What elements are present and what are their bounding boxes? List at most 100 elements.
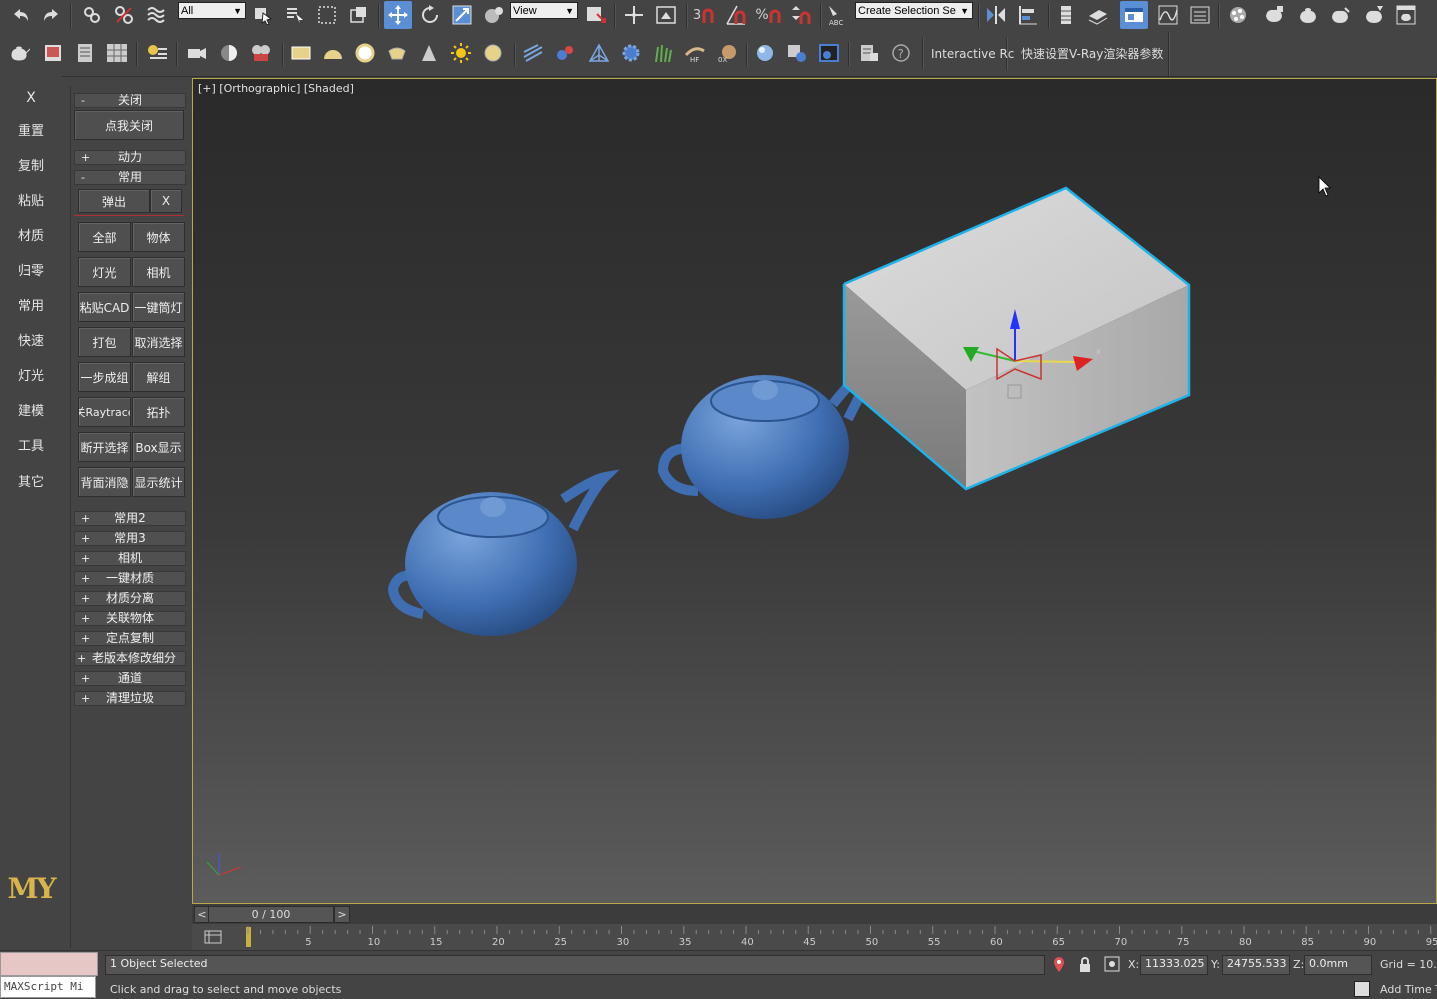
plane-icon[interactable] bbox=[288, 40, 314, 66]
left-item-other[interactable]: 其它 bbox=[0, 471, 62, 490]
rollout-dynamics-header[interactable]: + 动力 bbox=[74, 150, 186, 165]
selection-filter-dropdown[interactable]: All ▼ bbox=[178, 2, 246, 19]
add-time-tag-button[interactable]: Add Time Ta bbox=[1380, 983, 1437, 996]
close-popup-button[interactable]: X bbox=[150, 189, 182, 213]
select-cameras-button[interactable]: 相机 bbox=[132, 257, 185, 287]
raytrace-off-button[interactable]: 关Raytrace bbox=[78, 397, 131, 427]
render-image-icon[interactable] bbox=[40, 40, 66, 66]
isolate-selection-icon[interactable] bbox=[1052, 956, 1066, 974]
angle-snap-icon[interactable] bbox=[722, 2, 750, 28]
calculator-icon[interactable] bbox=[72, 40, 98, 66]
left-item-copy[interactable]: 复制 bbox=[0, 155, 62, 174]
rollout-camera-header[interactable]: + 相机 bbox=[74, 551, 186, 566]
vray-bmp-icon[interactable] bbox=[586, 40, 612, 66]
edit-named-selection-icon[interactable]: ABC bbox=[822, 2, 850, 28]
schematic-toggle-icon[interactable] bbox=[652, 2, 680, 28]
settings-icon[interactable] bbox=[856, 40, 882, 66]
teapot-icon[interactable] bbox=[6, 40, 32, 66]
rollout-legacy-subdivide-header[interactable]: + 老版本修改细分 bbox=[74, 651, 186, 666]
popup-button[interactable]: 弹出 bbox=[78, 189, 150, 213]
backface-cull-button[interactable]: 背面消隐 bbox=[78, 467, 131, 497]
redo-icon[interactable] bbox=[38, 4, 64, 26]
dome-icon[interactable] bbox=[320, 40, 346, 66]
select-scale-icon[interactable] bbox=[448, 2, 476, 28]
mesh-light-icon[interactable] bbox=[384, 40, 410, 66]
viewport-label[interactable]: [+] [Orthographic] [Shaded] bbox=[198, 82, 354, 95]
layer-manager-icon[interactable] bbox=[1052, 2, 1080, 28]
grid-icon[interactable] bbox=[104, 40, 130, 66]
paste-cad-button[interactable]: 粘贴CAD bbox=[78, 292, 131, 322]
rollout-fixed-copy-header[interactable]: + 定点复制 bbox=[74, 631, 186, 646]
maxscript-mini-listener[interactable]: MAXScript Mi bbox=[0, 976, 96, 998]
fur-icon[interactable] bbox=[520, 40, 546, 66]
viewport-orthographic[interactable]: z x y bbox=[192, 78, 1437, 904]
ptex-icon[interactable]: 0X bbox=[714, 40, 740, 66]
select-object-icon[interactable] bbox=[250, 3, 276, 27]
z-coord-field[interactable]: 0.0mm bbox=[1304, 955, 1372, 975]
rollout-link-objects-header[interactable]: + 关联物体 bbox=[74, 611, 186, 626]
spinner-snap-icon[interactable] bbox=[786, 2, 814, 28]
close-script-button[interactable]: 点我关闭 bbox=[74, 110, 184, 140]
pack-button[interactable]: 打包 bbox=[78, 327, 131, 357]
sphere-gradient-icon[interactable] bbox=[216, 40, 242, 66]
render-iterative-icon[interactable] bbox=[1326, 2, 1354, 28]
unlink-icon[interactable] bbox=[112, 3, 136, 27]
left-item-paste[interactable]: 粘贴 bbox=[0, 190, 62, 209]
hair-icon[interactable]: HF bbox=[682, 40, 708, 66]
keyboard-shortcut-override-icon[interactable] bbox=[620, 2, 648, 28]
left-item-zero[interactable]: 归零 bbox=[0, 260, 62, 279]
left-item-lights[interactable]: 灯光 bbox=[0, 365, 62, 384]
teapot-left[interactable] bbox=[387, 469, 620, 636]
snap-3-icon[interactable]: 3 bbox=[690, 2, 718, 28]
next-frame-button[interactable]: > bbox=[334, 906, 350, 923]
rollout-common2-header[interactable]: + 常用2 bbox=[74, 511, 186, 526]
vray-quick-setup-button[interactable]: 快速设置V-Ray渲染器参数 bbox=[1021, 32, 1163, 76]
rollout-clean-garbage-header[interactable]: + 清理垃圾 bbox=[74, 691, 186, 706]
selected-box[interactable] bbox=[842, 186, 1191, 491]
select-move-icon[interactable] bbox=[384, 1, 412, 29]
select-by-name-icon[interactable] bbox=[282, 3, 308, 27]
ies-light-icon[interactable] bbox=[416, 40, 442, 66]
named-selection-dropdown[interactable]: Create Selection Se ▼ bbox=[855, 2, 973, 19]
manipulate-icon[interactable] bbox=[480, 2, 508, 28]
light-lister-icon[interactable] bbox=[144, 40, 170, 66]
window-crossing-icon[interactable] bbox=[346, 3, 372, 27]
box-display-button[interactable]: Box显示 bbox=[132, 432, 185, 462]
use-pivot-icon[interactable] bbox=[582, 2, 610, 28]
one-step-group-button[interactable]: 一步成组 bbox=[78, 362, 131, 392]
material-ball-icon[interactable] bbox=[752, 40, 778, 66]
rollout-close-header[interactable]: - 关闭 bbox=[74, 93, 186, 108]
selection-lock-icon[interactable] bbox=[1078, 956, 1092, 974]
rollout-one-click-material-header[interactable]: + 一键材质 bbox=[74, 571, 186, 586]
rendered-frame-icon[interactable] bbox=[1260, 2, 1288, 28]
rollout-material-split-header[interactable]: + 材质分离 bbox=[74, 591, 186, 606]
camera-icon[interactable] bbox=[184, 40, 210, 66]
select-all-button[interactable]: 全部 bbox=[78, 222, 131, 252]
render-frame-window-icon[interactable] bbox=[1392, 2, 1420, 28]
mini-curve-editor-icon[interactable] bbox=[203, 928, 225, 946]
rollout-common3-header[interactable]: + 常用3 bbox=[74, 531, 186, 546]
interactive-render-button[interactable]: Interactive Rc bbox=[931, 32, 1014, 76]
close-icon[interactable]: X bbox=[0, 90, 62, 106]
ambient-icon[interactable] bbox=[480, 40, 506, 66]
show-statistics-button[interactable]: 显示统计 bbox=[132, 467, 185, 497]
percent-snap-icon[interactable]: % bbox=[754, 2, 782, 28]
ungroup-button[interactable]: 解组 bbox=[132, 362, 185, 392]
link-icon[interactable] bbox=[80, 3, 104, 27]
break-selection-button[interactable]: 断开选择 bbox=[78, 432, 131, 462]
curve-editor-icon[interactable] bbox=[1120, 1, 1148, 29]
y-coord-field[interactable]: 24755.533 bbox=[1222, 955, 1290, 975]
proxy-icon[interactable] bbox=[552, 40, 578, 66]
ribbon-icon[interactable] bbox=[1084, 2, 1112, 28]
sun-icon[interactable] bbox=[448, 40, 474, 66]
align-icon[interactable] bbox=[1014, 2, 1042, 28]
material-editor-icon[interactable] bbox=[1186, 2, 1214, 28]
rect-selection-region-icon[interactable] bbox=[314, 3, 340, 27]
undo-icon[interactable] bbox=[8, 4, 34, 26]
left-item-material[interactable]: 材质 bbox=[0, 225, 62, 244]
select-objects-button[interactable]: 物体 bbox=[132, 222, 185, 252]
render-setup-icon[interactable] bbox=[1224, 2, 1252, 28]
mirror-icon[interactable] bbox=[982, 2, 1010, 28]
schematic-view-icon[interactable] bbox=[1154, 2, 1182, 28]
select-rotate-icon[interactable] bbox=[416, 2, 444, 28]
